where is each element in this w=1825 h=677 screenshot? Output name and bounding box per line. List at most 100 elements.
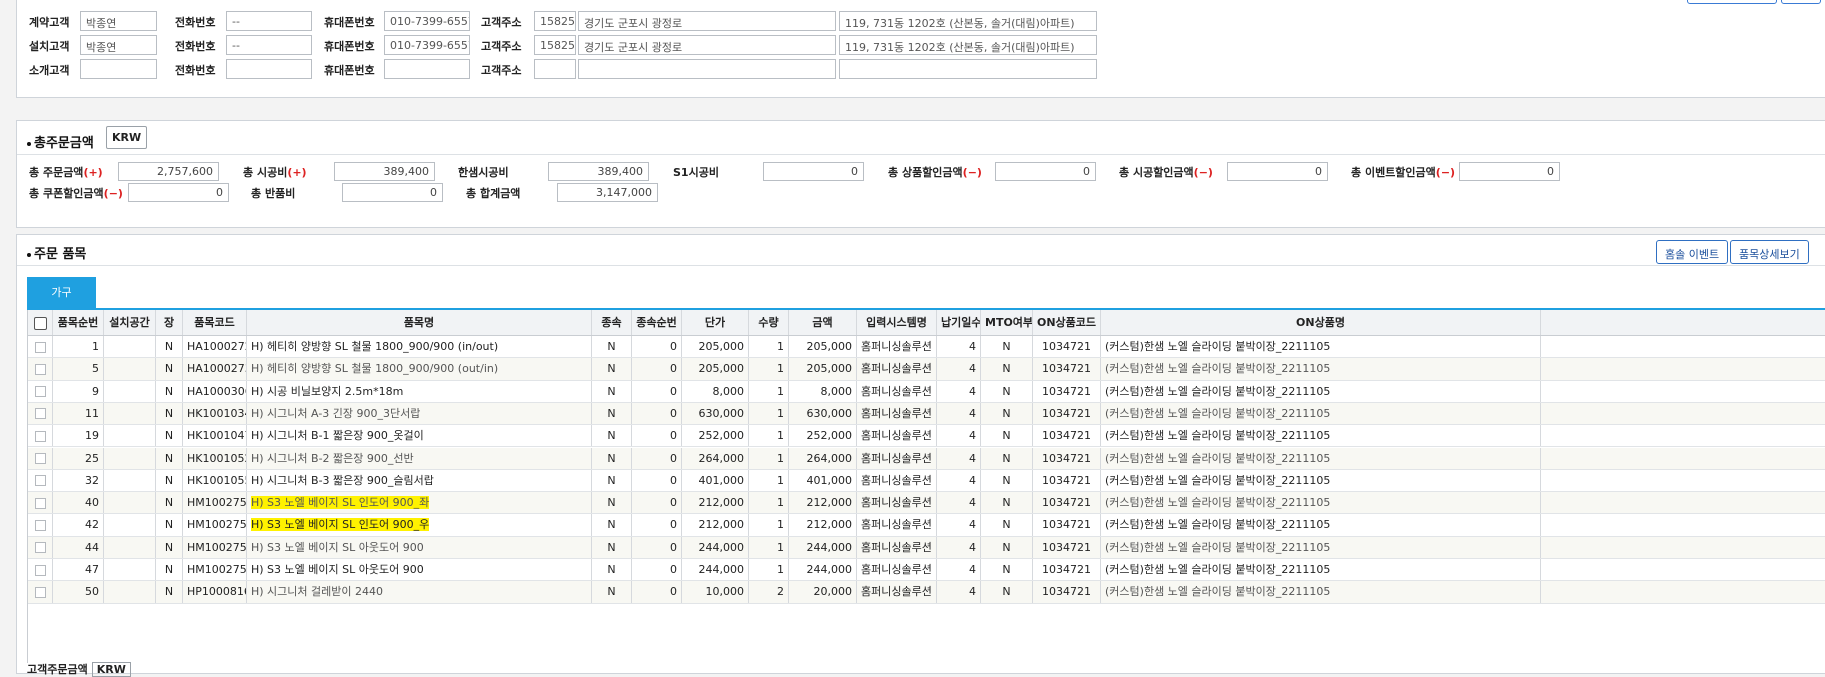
- column-header-quantity[interactable]: 수량: [749, 310, 789, 335]
- address-field[interactable]: 경기도 군포시 광정로: [578, 35, 836, 55]
- column-header-unit-price[interactable]: 단가: [682, 310, 749, 335]
- row-checkbox[interactable]: [28, 581, 53, 603]
- row-checkbox[interactable]: [28, 358, 53, 380]
- address-detail-field[interactable]: 119, 731동 1202호 (산본동, 솔거(대림)아파트): [839, 35, 1097, 55]
- cell-dependent-seq: 0: [632, 380, 682, 402]
- column-header-item-seq[interactable]: 품목순번: [53, 310, 104, 335]
- phone-field[interactable]: --: [226, 11, 312, 31]
- column-header-dependent[interactable]: 종속: [592, 310, 632, 335]
- table-row[interactable]: 47NHM1002759H) S3 노엘 베이지 SL 아웃도어 900N024…: [28, 559, 1825, 582]
- checkbox-icon[interactable]: [34, 408, 46, 420]
- cell-input-system: 홈퍼니싱솔루션: [857, 447, 937, 469]
- phone-field[interactable]: [226, 59, 312, 79]
- row-checkbox[interactable]: [28, 447, 53, 469]
- row-checkbox[interactable]: [28, 492, 53, 514]
- product-discount-field[interactable]: 0: [995, 162, 1096, 181]
- column-header-install-space[interactable]: 설치공간: [104, 310, 156, 335]
- column-header-mto[interactable]: MTO여부: [981, 310, 1033, 335]
- row-checkbox[interactable]: [28, 402, 53, 425]
- row-checkbox[interactable]: [28, 425, 53, 447]
- cell-on-product-name: (커스텀)한샘 노엘 슬라이딩 붙박이장_2211105: [1101, 581, 1541, 603]
- checkbox-icon[interactable]: [34, 363, 46, 375]
- zip-field[interactable]: 15825: [534, 35, 576, 55]
- table-row[interactable]: 44NHM1002759H) S3 노엘 베이지 SL 아웃도어 900N024…: [28, 536, 1825, 559]
- table-row[interactable]: 5 N HA1000273 H) 헤티히 양방향 SL 철물 1800_900/900…: [28, 358, 1825, 381]
- hanssem-install-field[interactable]: 389,400: [548, 162, 649, 181]
- checkbox-icon[interactable]: [34, 519, 46, 531]
- table-row[interactable]: 19 N HK1001047 H) 시그니처 B-1 짧은장 900_옷걸이 N 0 252…: [28, 425, 1825, 448]
- checkbox-icon[interactable]: [34, 564, 46, 576]
- homesol-event-button[interactable]: 홈솔 이벤트: [1656, 240, 1729, 264]
- column-header-amount[interactable]: 금액: [789, 310, 857, 335]
- column-header-on-product-code[interactable]: ON상품코드: [1033, 310, 1101, 335]
- order-amount-field[interactable]: 2,757,600: [118, 162, 219, 181]
- currency-badge[interactable]: KRW: [106, 126, 148, 149]
- phone-field[interactable]: --: [226, 35, 312, 55]
- row-checkbox[interactable]: [28, 514, 53, 536]
- mobile-field[interactable]: [384, 59, 470, 79]
- install-fee-field[interactable]: 389,400: [334, 162, 435, 181]
- table-row[interactable]: 9 N HA1000306 H) 시공 비닐보양지 2.5m*18m N 0 8,000 1 8…: [28, 380, 1825, 403]
- top-button-1[interactable]: [1687, 0, 1777, 4]
- install-discount-field[interactable]: 0: [1227, 162, 1328, 181]
- column-header-item-name[interactable]: 품목명: [247, 310, 592, 335]
- cell-input-system: 홈퍼니싱솔루션: [857, 492, 937, 514]
- checkbox-icon[interactable]: [34, 386, 46, 398]
- table-row[interactable]: 32 N HK1001055 H) 시그니처 B-3 짧은장 900_슬림서랍 N 0 40…: [28, 469, 1825, 493]
- zip-field[interactable]: 15825: [534, 11, 576, 31]
- checkbox-icon[interactable]: [34, 475, 46, 487]
- table-row[interactable]: 11 N HK1001034 H) 시그니처 A-3 긴장 900_3단서랍 N 0 630…: [28, 402, 1825, 426]
- checkbox-icon[interactable]: [34, 341, 46, 353]
- address-detail-field[interactable]: [839, 59, 1097, 79]
- row-checkbox[interactable]: [28, 559, 53, 581]
- zip-field[interactable]: [534, 59, 576, 79]
- event-discount-label: 총 이벤트할인금액(−): [1351, 166, 1456, 179]
- s1-install-field[interactable]: 0: [763, 162, 864, 181]
- address-field[interactable]: 경기도 군포시 광정로: [578, 11, 836, 31]
- tab-furniture[interactable]: 가구: [27, 277, 96, 309]
- row-checkbox[interactable]: [28, 380, 53, 402]
- cell-dependent-seq: 0: [632, 492, 682, 514]
- checkbox-icon[interactable]: [34, 430, 46, 442]
- address-field[interactable]: [578, 59, 836, 79]
- table-row[interactable]: 42NHM1002755H) S3 노엘 베이지 SL 인도어 900_우N02…: [28, 514, 1825, 537]
- checkbox-icon[interactable]: [33, 316, 47, 330]
- return-fee-field[interactable]: 0: [342, 183, 443, 202]
- grand-total-field[interactable]: 3,147,000: [557, 183, 658, 202]
- customer-name-field[interactable]: 박종연: [80, 35, 157, 55]
- checkbox-icon[interactable]: [34, 586, 46, 598]
- row-checkbox[interactable]: [28, 469, 53, 492]
- mobile-field[interactable]: 010-7399-6557: [384, 35, 470, 55]
- customer-name-field[interactable]: [80, 59, 157, 79]
- cell-quantity: 1: [749, 536, 789, 558]
- cell-jang: N: [156, 447, 183, 469]
- cell-dependent: N: [592, 358, 632, 380]
- column-header-item-code[interactable]: 품목코드: [183, 310, 247, 335]
- select-all-checkbox[interactable]: [28, 310, 53, 335]
- column-header-delivery-days[interactable]: 납기일수: [937, 310, 981, 335]
- cell-on-product-code: 1034721: [1033, 336, 1101, 358]
- cell-item-name: H) 시그니처 걸레받이 2440: [247, 581, 592, 603]
- event-discount-field[interactable]: 0: [1459, 162, 1560, 181]
- customer-name-field[interactable]: 박종연: [80, 11, 157, 31]
- cell-dependent-seq: 0: [632, 581, 682, 603]
- table-row[interactable]: 25 N HK1001052 H) 시그니처 B-2 짧은장 900_선반 N 0 264,…: [28, 447, 1825, 470]
- checkbox-icon[interactable]: [34, 453, 46, 464]
- table-row[interactable]: 50 N HP1000816 H) 시그니처 걸레받이 2440 N 0 10,000 2 20…: [28, 581, 1825, 604]
- column-header-jang[interactable]: 장: [156, 310, 183, 335]
- top-button-2[interactable]: [1781, 0, 1821, 4]
- table-row[interactable]: 40NHM1002754H) S3 노엘 베이지 SL 인도어 900_좌N02…: [28, 492, 1825, 515]
- cell-unit-price: 630,000: [682, 402, 749, 425]
- table-row[interactable]: 1 N HA1000272 H) 헤티히 양방향 SL 철물 1800_900/900…: [28, 336, 1825, 359]
- row-checkbox[interactable]: [28, 336, 53, 358]
- address-detail-field[interactable]: 119, 731동 1202호 (산본동, 솔거(대림)아파트): [839, 11, 1097, 31]
- checkbox-icon[interactable]: [34, 542, 46, 554]
- column-header-dependent-seq[interactable]: 종속순번: [632, 310, 682, 335]
- item-detail-button[interactable]: 품목상세보기: [1730, 240, 1809, 264]
- column-header-on-product-name[interactable]: ON상품명: [1101, 310, 1541, 335]
- column-header-input-system[interactable]: 입력시스템명: [857, 310, 937, 335]
- checkbox-icon[interactable]: [34, 497, 46, 509]
- mobile-field[interactable]: 010-7399-6557: [384, 11, 470, 31]
- coupon-discount-field[interactable]: 0: [128, 183, 229, 202]
- row-checkbox[interactable]: [28, 536, 53, 558]
